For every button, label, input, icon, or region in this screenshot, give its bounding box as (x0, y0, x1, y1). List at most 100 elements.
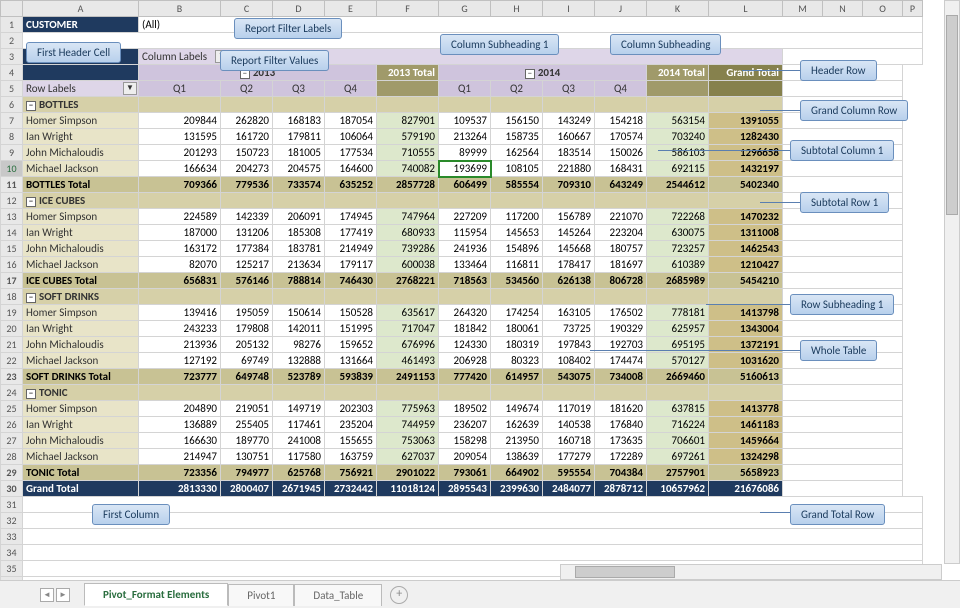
cell[interactable]: 264320 (439, 305, 491, 321)
cell[interactable]: 1461183 (709, 417, 783, 433)
cell[interactable]: 183514 (543, 145, 595, 161)
cell[interactable]: 177384 (221, 241, 273, 257)
row-name[interactable]: Michael Jackson (23, 257, 139, 273)
cell[interactable]: 205132 (221, 337, 273, 353)
cell[interactable]: 221880 (543, 161, 595, 177)
cell[interactable]: 69749 (221, 353, 273, 369)
cell[interactable]: 243233 (139, 321, 221, 337)
cell[interactable]: 145668 (543, 241, 595, 257)
group-name[interactable]: −ICE CUBES (23, 193, 139, 209)
row-name[interactable]: John Michaloudis (23, 433, 139, 449)
row-name[interactable]: John Michaloudis (23, 241, 139, 257)
cell[interactable]: 255405 (221, 417, 273, 433)
cell[interactable]: 703240 (647, 129, 709, 145)
cell[interactable]: 241936 (439, 241, 491, 257)
cell[interactable]: 586103 (647, 145, 709, 161)
row-name[interactable]: Homer Simpson (23, 305, 139, 321)
cell[interactable]: 676996 (377, 337, 439, 353)
cell[interactable]: 214949 (325, 241, 377, 257)
cell[interactable]: 195059 (221, 305, 273, 321)
cell[interactable]: 154896 (491, 241, 543, 257)
cell[interactable]: 150614 (273, 305, 325, 321)
cell[interactable]: 174254 (491, 305, 543, 321)
cell[interactable]: 130751 (221, 449, 273, 465)
cell[interactable]: 117580 (273, 449, 325, 465)
cell[interactable]: 160667 (543, 129, 595, 145)
cell[interactable]: 108105 (491, 161, 543, 177)
cell[interactable]: 162639 (491, 417, 543, 433)
collapse-icon[interactable]: − (26, 293, 36, 303)
cell[interactable]: 181005 (273, 145, 325, 161)
cell[interactable]: 149674 (491, 401, 543, 417)
cell[interactable]: 224589 (139, 209, 221, 225)
horizontal-scrollbar[interactable] (560, 564, 942, 580)
cell[interactable]: 145264 (543, 225, 595, 241)
cell[interactable]: 166630 (139, 433, 221, 449)
cell[interactable]: 178417 (543, 257, 595, 273)
row-name[interactable]: John Michaloudis (23, 145, 139, 161)
cell[interactable]: 179117 (325, 257, 377, 273)
cell[interactable]: 140538 (543, 417, 595, 433)
cell[interactable]: 716224 (647, 417, 709, 433)
cell[interactable]: 150026 (595, 145, 647, 161)
cell[interactable]: 189502 (439, 401, 491, 417)
cell[interactable]: 177534 (325, 145, 377, 161)
cell[interactable]: 187000 (139, 225, 221, 241)
vertical-scrollbar[interactable] (944, 0, 960, 564)
cell[interactable]: 139416 (139, 305, 221, 321)
row-name[interactable]: Homer Simpson (23, 401, 139, 417)
cell[interactable]: 170574 (595, 129, 647, 145)
cell[interactable]: 625957 (647, 321, 709, 337)
cell[interactable]: 241008 (273, 433, 325, 449)
cell[interactable]: 168183 (273, 113, 325, 129)
select-all-corner[interactable] (1, 1, 23, 17)
cell[interactable]: 125217 (221, 257, 273, 273)
cell[interactable]: 156789 (543, 209, 595, 225)
cell[interactable]: 163759 (325, 449, 377, 465)
cell[interactable]: 117200 (491, 209, 543, 225)
row-name[interactable]: John Michaloudis (23, 337, 139, 353)
cell[interactable]: 827901 (377, 113, 439, 129)
row-name[interactable]: Michael Jackson (23, 449, 139, 465)
cell[interactable]: 635617 (377, 305, 439, 321)
cell[interactable]: 189770 (221, 433, 273, 449)
cell[interactable]: 73725 (543, 321, 595, 337)
cell[interactable]: 163105 (543, 305, 595, 321)
cell[interactable]: 221070 (595, 209, 647, 225)
cell[interactable]: 145653 (491, 225, 543, 241)
cell[interactable]: 778181 (647, 305, 709, 321)
cell[interactable]: 164600 (325, 161, 377, 177)
cell[interactable]: 204273 (221, 161, 273, 177)
cell[interactable]: 109537 (439, 113, 491, 129)
cell[interactable]: 149719 (273, 401, 325, 417)
cell[interactable]: 710555 (377, 145, 439, 161)
cell[interactable]: 213936 (139, 337, 221, 353)
cell[interactable]: 177419 (325, 225, 377, 241)
group-name[interactable]: −SOFT DRINKS (23, 289, 139, 305)
cell[interactable]: 1031620 (709, 353, 783, 369)
cell[interactable]: 627037 (377, 449, 439, 465)
cell[interactable]: 753063 (377, 433, 439, 449)
cell[interactable]: 179808 (221, 321, 273, 337)
cell[interactable]: 206928 (439, 353, 491, 369)
cell[interactable]: 1311008 (709, 225, 783, 241)
cell[interactable]: 1324298 (709, 449, 783, 465)
tab-pivot1[interactable]: Pivot1 (228, 584, 294, 606)
cell[interactable]: 1470232 (709, 209, 783, 225)
cell[interactable]: 204890 (139, 401, 221, 417)
cell[interactable]: 131206 (221, 225, 273, 241)
cell[interactable]: 740082 (377, 161, 439, 177)
cell[interactable]: 172289 (595, 449, 647, 465)
cell[interactable]: 124330 (439, 337, 491, 353)
scrollbar-thumb[interactable] (575, 566, 675, 578)
cell[interactable]: 108402 (543, 353, 595, 369)
cell[interactable]: 98276 (273, 337, 325, 353)
cell[interactable]: 204575 (273, 161, 325, 177)
cell[interactable]: 131595 (139, 129, 221, 145)
collapse-icon[interactable]: − (26, 197, 36, 207)
cell[interactable]: 150528 (325, 305, 377, 321)
cell[interactable]: 219051 (221, 401, 273, 417)
cell[interactable]: 1282430 (709, 129, 783, 145)
cell[interactable]: 563154 (647, 113, 709, 129)
cell[interactable]: 630075 (647, 225, 709, 241)
